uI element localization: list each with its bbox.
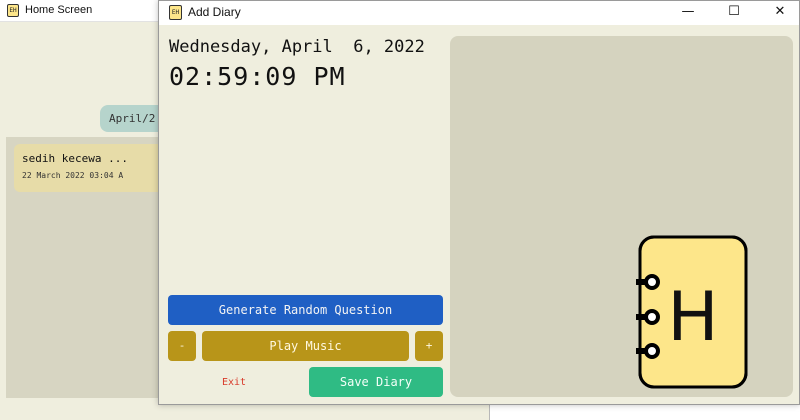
save-diary-button[interactable]: Save Diary bbox=[309, 367, 443, 397]
add-diary-window: EH Add Diary — ☐ ✕ Wednesday, April 6, 2… bbox=[158, 0, 800, 405]
maximize-icon[interactable]: ☐ bbox=[711, 1, 757, 25]
current-time: 02:59:09 PM bbox=[169, 62, 346, 91]
diary-entry-title: sedih kecewa ... bbox=[22, 152, 128, 165]
exit-button[interactable]: Exit bbox=[204, 369, 264, 397]
volume-down-button[interactable]: - bbox=[168, 331, 196, 361]
generate-random-question-button[interactable]: Generate Random Question bbox=[168, 295, 443, 325]
minimize-icon[interactable]: — bbox=[665, 1, 711, 25]
app-icon: EH bbox=[169, 5, 182, 20]
diary-entry-date: 22 March 2022 03:04 A bbox=[22, 171, 124, 180]
current-date: Wednesday, April 6, 2022 bbox=[169, 37, 425, 57]
home-window-title: Home Screen bbox=[25, 4, 93, 16]
app-icon: EH bbox=[7, 4, 19, 17]
logo-letter: H bbox=[667, 278, 718, 357]
notebook-logo-icon: H bbox=[636, 235, 748, 389]
add-diary-titlebar[interactable]: EH Add Diary — ☐ ✕ bbox=[159, 1, 799, 25]
diary-text-area[interactable]: H bbox=[450, 36, 793, 397]
close-icon[interactable]: ✕ bbox=[757, 1, 800, 25]
volume-up-button[interactable]: + bbox=[415, 331, 443, 361]
play-music-button[interactable]: Play Music bbox=[202, 331, 409, 361]
window-title: Add Diary bbox=[188, 5, 241, 19]
